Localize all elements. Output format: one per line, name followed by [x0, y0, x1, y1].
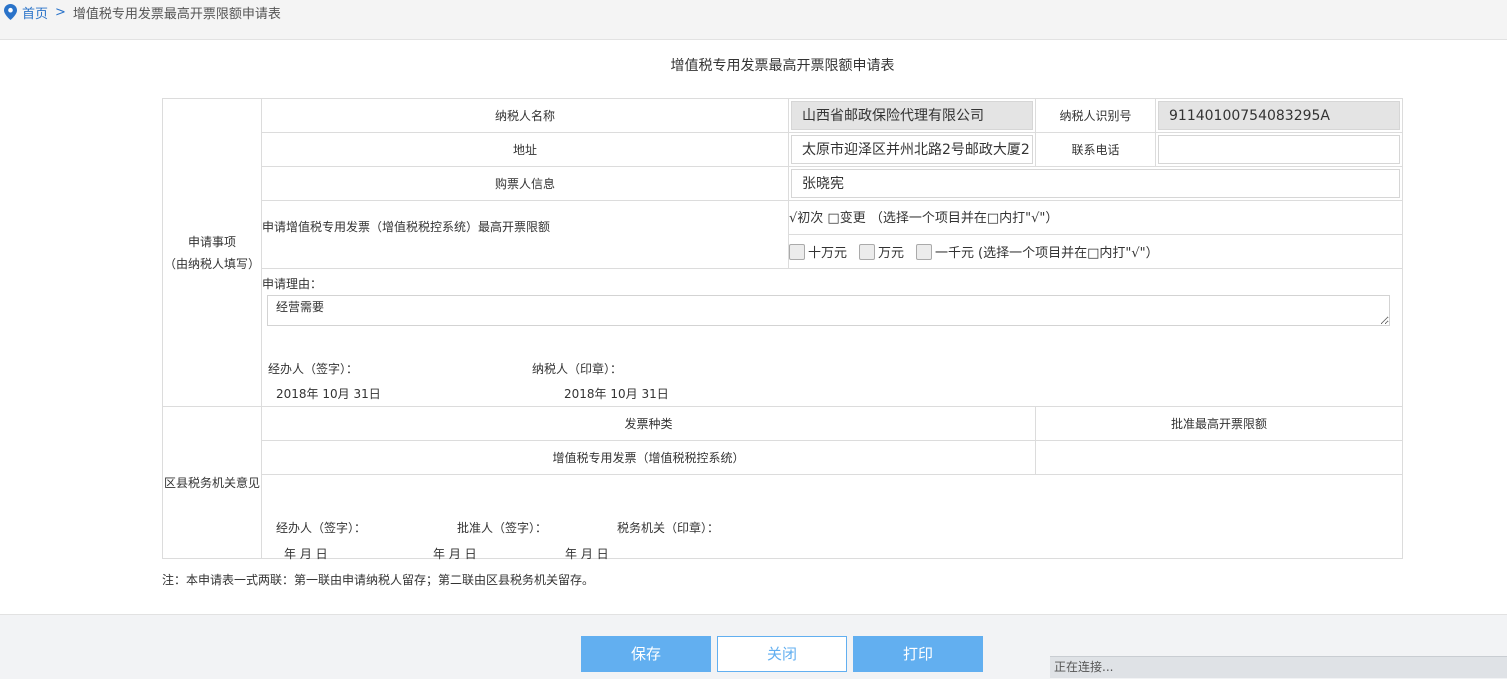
breadcrumb: 首页 > 增值税专用发票最高开票限额申请表: [4, 3, 281, 22]
save-button[interactable]: 保存: [581, 636, 711, 672]
print-button[interactable]: 打印: [853, 636, 983, 672]
checkbox-100k[interactable]: [789, 243, 805, 260]
taxpayer-date: 2018年 10月 31日: [564, 387, 669, 401]
buyer-info-label: 购票人信息: [261, 166, 789, 201]
authority-seal-label: 税务机关（印章）：: [617, 521, 720, 535]
status-bar: 正在连接...: [1050, 656, 1507, 678]
breadcrumb-separator: >: [55, 4, 66, 20]
phone-label: 联系电话: [1035, 132, 1156, 167]
address-input[interactable]: 太原市迎泽区并州北路2号邮政大厦2: [791, 135, 1033, 164]
checkbox-10k[interactable]: [859, 243, 876, 260]
option-10k-label: 万元: [878, 246, 905, 261]
footnote: 注：本申请表一式两联：第一联由申请纳税人留存；第二联由区县税务机关留存。: [162, 573, 595, 587]
option-1k-label: 一千元: [935, 246, 975, 261]
authority-handler-date: 年 月 日: [284, 547, 328, 561]
application-type-options[interactable]: √初次 □变更 （选择一个项目并在□内打"√"）: [789, 211, 1058, 226]
taxpayer-name-label: 纳税人名称: [261, 98, 789, 133]
checkbox-1k[interactable]: [916, 243, 933, 260]
reason-label: 申请理由：: [262, 277, 323, 291]
taxpayer-name-field: 山西省邮政保险代理有限公司: [791, 101, 1033, 130]
taxpayer-id-label: 纳税人识别号: [1035, 98, 1156, 133]
amount-note: (选择一个项目并在□内打"√"）: [978, 246, 1159, 261]
phone-input[interactable]: [1158, 135, 1400, 164]
authority-seal-date: 年 月 日: [565, 547, 609, 561]
buyer-info-input[interactable]: 张晓宪: [791, 169, 1400, 198]
authority-approver-date: 年 月 日: [433, 547, 477, 561]
authority-handler-label: 经办人（签字）：: [276, 521, 367, 535]
section-applicant-subtitle: （由纳税人填写）: [163, 256, 260, 271]
amount-options: 十万元 万元 一千元 (选择一个项目并在□内打"√"）: [789, 242, 1402, 261]
breadcrumb-home-link[interactable]: 首页: [22, 3, 48, 22]
handler-sign-label: 经办人（签字）：: [268, 362, 359, 376]
option-100k-label: 十万元: [808, 246, 848, 261]
handler-date: 2018年 10月 31日: [276, 387, 381, 401]
section-applicant-label: 申请事项 （由纳税人填写）: [162, 98, 262, 407]
approved-limit-header: 批准最高开票限额: [1035, 406, 1403, 441]
address-label: 地址: [261, 132, 789, 167]
limit-label: 申请增值税专用发票（增值税税控系统）最高开票限额: [261, 200, 789, 269]
taxpayer-id-field: 91140100754083295A: [1158, 101, 1400, 130]
breadcrumb-current: 增值税专用发票最高开票限额申请表: [72, 6, 281, 22]
page-title: 增值税专用发票最高开票限额申请表: [670, 58, 895, 74]
approved-limit-value: [1035, 440, 1403, 475]
invoice-type-value: 增值税专用发票（增值税税控系统）: [261, 440, 1036, 475]
close-button[interactable]: 关闭: [717, 636, 847, 672]
reason-textarea[interactable]: 经营需要: [267, 295, 1390, 326]
taxpayer-seal-label: 纳税人（印章）：: [532, 362, 623, 376]
section-tax-authority-label: 区县税务机关意见: [162, 406, 262, 559]
location-pin-icon: [4, 4, 17, 20]
section-applicant-title: 申请事项: [187, 234, 236, 249]
application-form-table: 申请事项 （由纳税人填写） 纳税人名称 山西省邮政保险代理有限公司 纳税人识别号…: [162, 98, 1403, 561]
authority-approver-label: 批准人（签字）：: [457, 521, 548, 535]
top-bar: 首页 > 增值税专用发票最高开票限额申请表: [0, 0, 1507, 40]
invoice-type-header: 发票种类: [261, 406, 1036, 441]
